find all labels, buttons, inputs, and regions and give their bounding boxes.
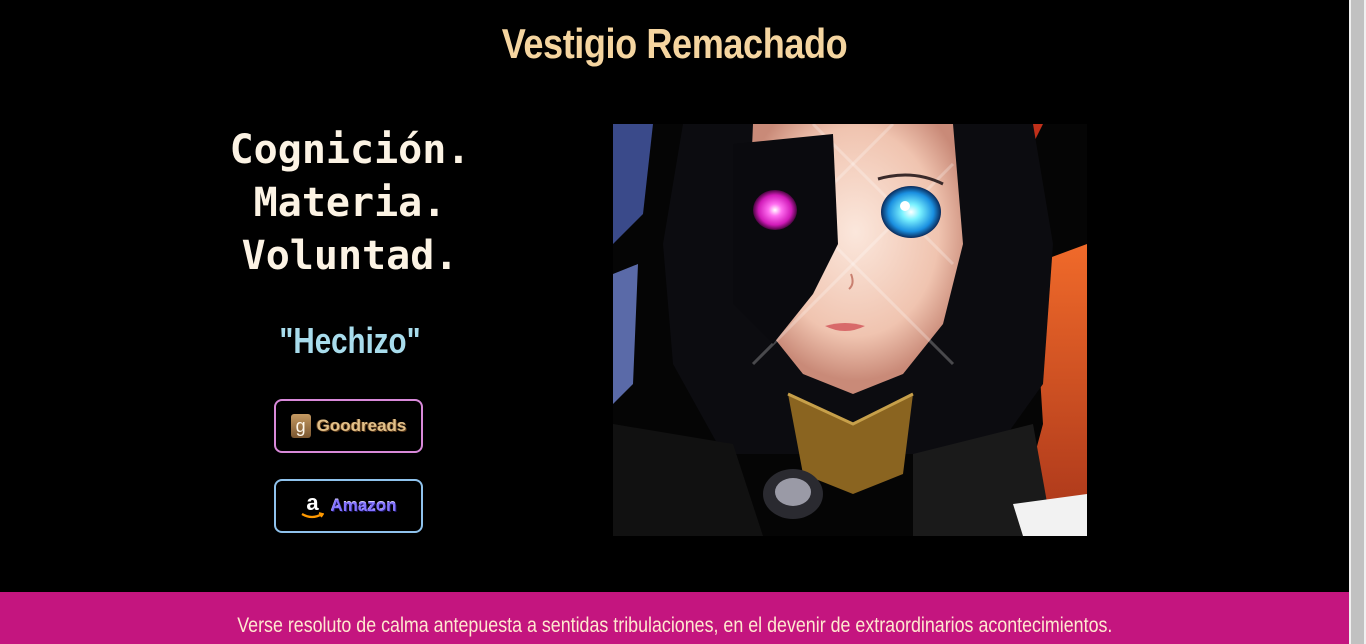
hero-portrait-image — [613, 124, 1087, 536]
goodreads-button[interactable]: g Goodreads — [274, 399, 423, 453]
tagline-line-3: Voluntad. — [241, 233, 459, 279]
goodreads-icon: g — [290, 414, 311, 438]
book-title: "Hechizo" — [279, 320, 421, 361]
page: Vestigio Remachado Cognición. Materia. V… — [0, 0, 1349, 644]
amazon-button[interactable]: a Amazon — [274, 479, 423, 533]
vertical-scrollbar[interactable] — [1349, 0, 1366, 644]
amazon-label: Amazon — [330, 496, 397, 515]
footer-bar: Verse resoluto de calma antepuesta a sen… — [0, 592, 1349, 644]
tagline-line-2: Materia. — [253, 180, 447, 226]
amazon-icon: a — [300, 490, 325, 520]
tagline-line-1: Cognición. — [229, 127, 471, 173]
scrollbar-thumb[interactable] — [1351, 0, 1364, 644]
footer-text: Verse resoluto de calma antepuesta a sen… — [236, 614, 1113, 637]
tagline: Cognición. Materia. Voluntad. — [175, 124, 525, 283]
site-title: Vestigio Remachado — [501, 20, 848, 67]
amazon-icon-glyph: a — [306, 490, 319, 515]
goodreads-label: Goodreads — [316, 416, 407, 435]
